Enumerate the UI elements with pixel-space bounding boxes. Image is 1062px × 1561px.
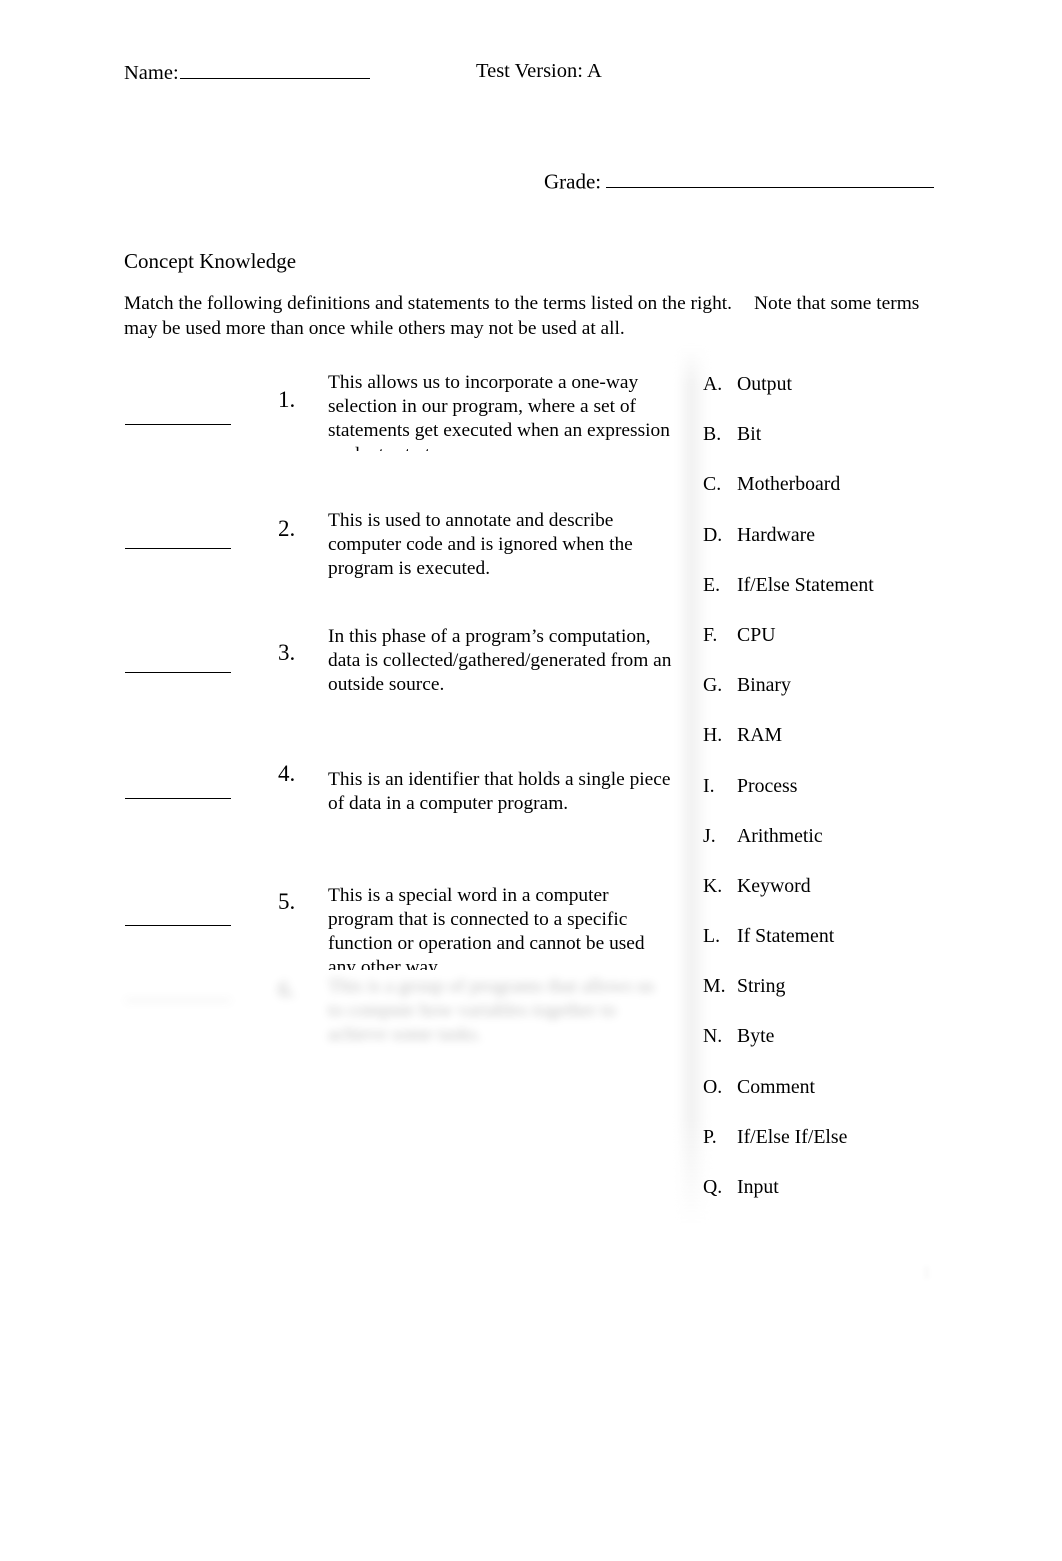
term-letter: D. (703, 523, 723, 546)
term-letter: K. (703, 874, 723, 897)
term-label: Process (737, 774, 798, 797)
term-option-k[interactable]: K. Keyword (700, 862, 1000, 912)
term-letter: I. (703, 774, 715, 797)
definition-number-5: 5. (278, 889, 296, 914)
term-label: Keyword (737, 874, 811, 897)
definition-number-2: 2. (278, 516, 296, 541)
term-option-j[interactable]: J. Arithmetic (700, 812, 1000, 862)
definition-text-6: This is a group of programs that allows … (328, 976, 655, 1045)
term-letter: A. (703, 373, 723, 395)
term-label: Binary (737, 674, 791, 697)
term-label: Output (737, 373, 792, 395)
term-label: If/Else If/Else (737, 1125, 848, 1148)
term-option-l[interactable]: L. If Statement (700, 912, 1000, 962)
definition-text-5: This is a special word in a computer pro… (328, 885, 645, 970)
term-label: String (737, 975, 786, 998)
term-letter: H. (703, 724, 723, 747)
definition-number-6: 6. (278, 977, 296, 1002)
term-letter: M. (703, 975, 726, 998)
term-label: If/Else Statement (737, 573, 874, 596)
term-option-n[interactable]: N. Byte (700, 1012, 1000, 1062)
term-label: Arithmetic (737, 824, 823, 847)
definition-number-1: 1. (278, 387, 296, 412)
term-option-i[interactable]: I. Process (700, 762, 1000, 812)
definition-text-3: In this phase of a program’s computation… (328, 626, 672, 695)
term-letter: P. (703, 1125, 717, 1148)
answer-blank-4[interactable] (125, 798, 231, 799)
definition-text-4: This is an identifier that holds a singl… (328, 769, 671, 814)
definitions-column: 1. This allows us to incorporate a one-w… (0, 0, 690, 1100)
term-option-e[interactable]: E. If/Else Statement (700, 561, 1000, 611)
definition-number-4: 4. (278, 761, 296, 786)
term-letter: N. (703, 1025, 723, 1048)
term-bank-list: A. Output B. Bit C. Motherboard D. Hardw… (700, 360, 1000, 1213)
term-label: Hardware (737, 523, 815, 546)
term-letter: C. (703, 473, 722, 496)
term-option-c[interactable]: C. Motherboard (700, 460, 1000, 510)
term-option-o[interactable]: O. Comment (700, 1063, 1000, 1113)
answer-blank-6[interactable] (125, 1000, 231, 1001)
term-option-h[interactable]: H. RAM (700, 711, 1000, 761)
definition-text-2: This is used to annotate and describe co… (328, 510, 633, 579)
term-letter: B. (703, 423, 722, 446)
term-option-q[interactable]: Q. Input (700, 1163, 1000, 1213)
term-option-m[interactable]: M. String (700, 962, 1000, 1012)
term-letter: L. (703, 925, 721, 948)
term-label: CPU (737, 623, 776, 646)
term-label: If Statement (737, 925, 835, 948)
definition-text-1: This allows us to incorporate a one-way … (328, 372, 670, 451)
page-number: 1 (922, 1262, 931, 1282)
term-letter: Q. (703, 1176, 723, 1198)
term-label: Motherboard (737, 473, 841, 496)
term-option-b[interactable]: B. Bit (700, 410, 1000, 460)
term-option-a[interactable]: A. Output (700, 360, 1000, 410)
term-letter: G. (703, 674, 723, 697)
answer-blank-1[interactable] (125, 424, 231, 425)
term-label: RAM (737, 724, 783, 747)
term-label: Comment (737, 1075, 816, 1098)
document-page: Name: Test Version: A Grade: Concept Kno… (0, 0, 1062, 1561)
term-letter: O. (703, 1075, 723, 1098)
term-option-d[interactable]: D. Hardware (700, 511, 1000, 561)
term-option-g[interactable]: G. Binary (700, 661, 1000, 711)
term-label: Bit (737, 423, 762, 446)
term-option-p[interactable]: P. If/Else If/Else (700, 1113, 1000, 1163)
answer-blank-3[interactable] (125, 672, 231, 673)
term-letter: E. (703, 573, 721, 596)
term-label: Byte (737, 1025, 775, 1048)
term-option-f[interactable]: F. CPU (700, 611, 1000, 661)
answer-blank-5[interactable] (125, 925, 231, 926)
term-letter: F. (703, 623, 718, 646)
term-label: Input (737, 1176, 779, 1198)
term-letter: J. (703, 824, 716, 847)
answer-blank-2[interactable] (125, 548, 231, 549)
definition-number-3: 3. (278, 640, 296, 665)
